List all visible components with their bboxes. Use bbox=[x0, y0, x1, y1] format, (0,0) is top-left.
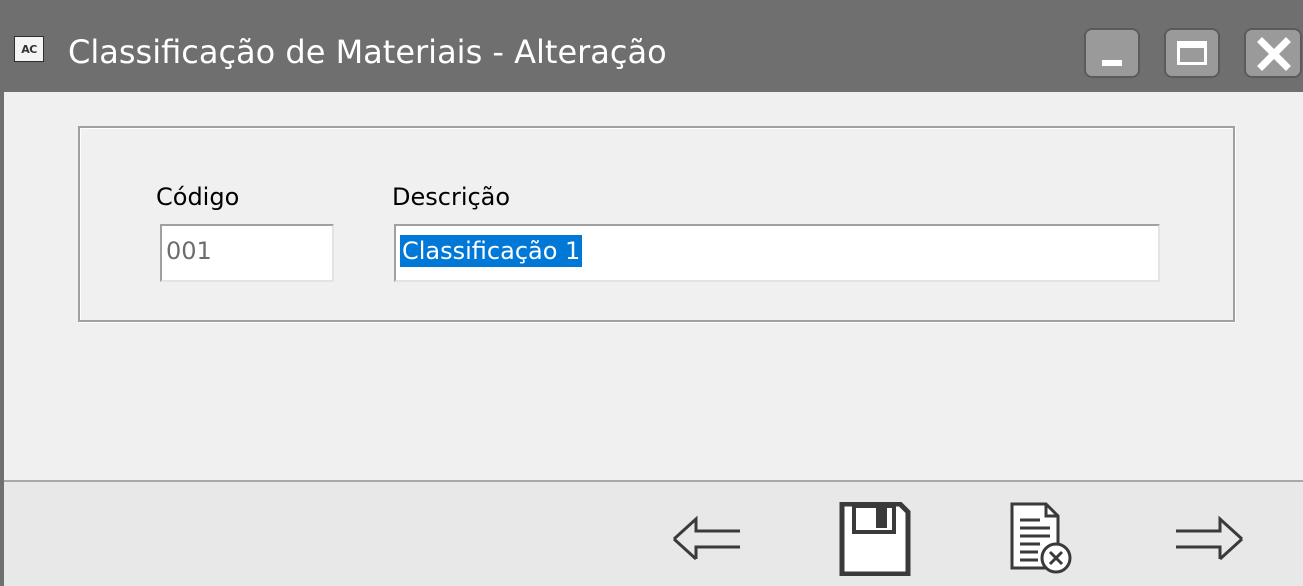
next-button[interactable] bbox=[1168, 502, 1248, 576]
codigo-label: Código bbox=[156, 183, 240, 211]
close-icon bbox=[1257, 37, 1291, 71]
descricao-field[interactable]: Classificação 1 bbox=[394, 224, 1160, 282]
arrow-left-icon bbox=[672, 515, 740, 561]
codigo-field[interactable]: 001 bbox=[160, 224, 334, 282]
cancel-document-icon bbox=[1010, 502, 1072, 574]
form-area: Código Descrição 001 Classificação 1 bbox=[4, 92, 1303, 480]
bottom-toolbar bbox=[4, 480, 1303, 586]
maximize-button[interactable] bbox=[1164, 28, 1220, 78]
previous-button[interactable] bbox=[668, 502, 748, 576]
save-icon bbox=[839, 501, 911, 577]
descricao-label: Descrição bbox=[392, 183, 511, 211]
app-icon[interactable]: AC bbox=[14, 36, 44, 62]
save-button[interactable] bbox=[834, 501, 914, 577]
descricao-selected-text: Classificação 1 bbox=[400, 235, 583, 267]
title-bar[interactable]: AC Classificação de Materiais - Alteraçã… bbox=[4, 0, 1303, 92]
dialog-window: AC Classificação de Materiais - Alteraçã… bbox=[0, 0, 1303, 586]
cancel-button[interactable] bbox=[1000, 502, 1080, 576]
fields-groupbox: Código Descrição 001 Classificação 1 bbox=[78, 126, 1235, 322]
minimize-icon bbox=[1102, 60, 1122, 66]
window-title: Classificação de Materiais - Alteração bbox=[68, 33, 667, 71]
minimize-button[interactable] bbox=[1084, 28, 1140, 78]
arrow-right-icon bbox=[1176, 515, 1244, 561]
maximize-icon bbox=[1177, 41, 1207, 65]
close-button[interactable] bbox=[1244, 28, 1302, 78]
